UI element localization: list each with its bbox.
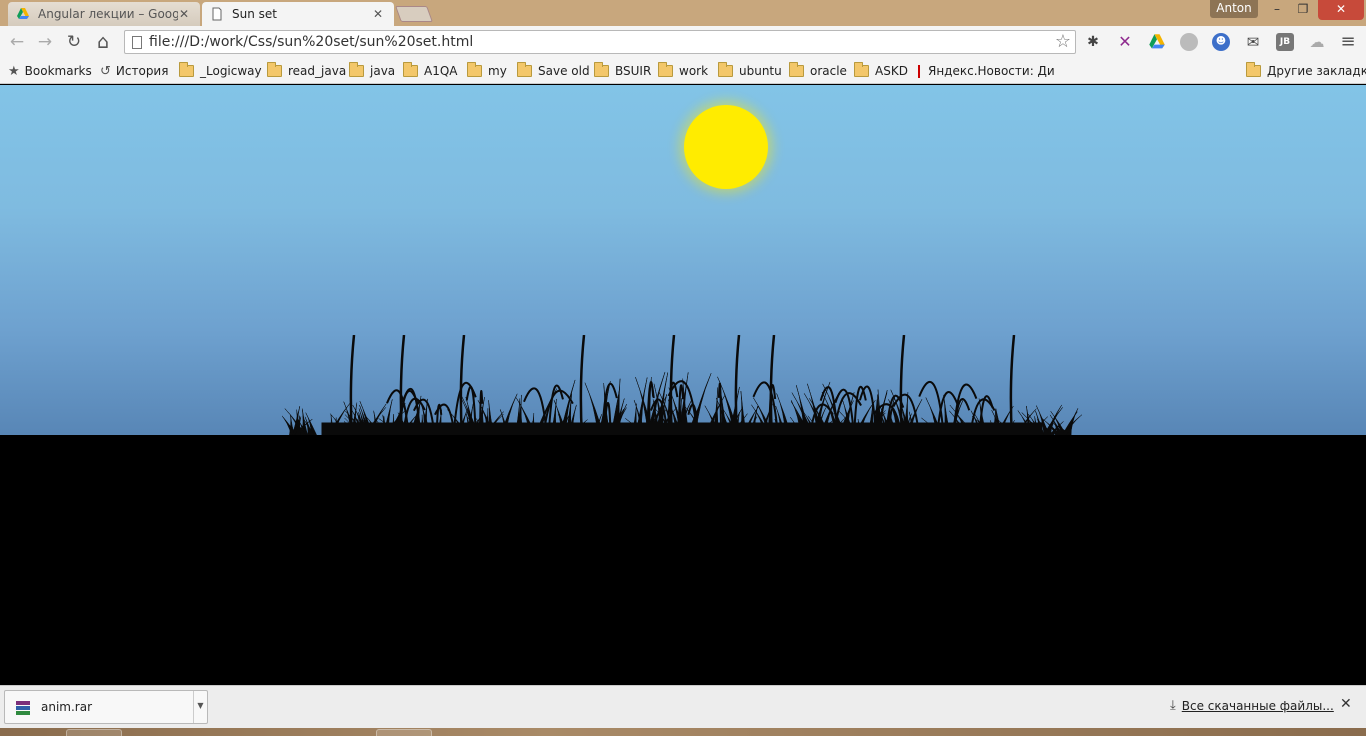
bug-icon[interactable]: ✱ — [1084, 33, 1102, 51]
reload-button[interactable]: ↻ — [64, 32, 84, 52]
tab-close-icon[interactable]: ✕ — [372, 7, 384, 21]
bookmark-folder[interactable]: work — [658, 62, 708, 80]
download-shelf: anim.rar ▼ ⤓ Все скачанные файлы... ✕ — [0, 685, 1366, 728]
bookmark-folder[interactable]: A1QA — [403, 62, 458, 80]
forward-button[interactable]: → — [35, 32, 55, 52]
bookmark-label: Save old — [538, 64, 590, 78]
bookmark-label: oracle — [810, 64, 847, 78]
taskbar-button[interactable] — [376, 729, 432, 736]
bookmark-folder[interactable]: java — [349, 62, 395, 80]
home-button[interactable]: ⌂ — [93, 32, 113, 52]
archive-icon — [16, 701, 30, 715]
browser-window: Angular лекции – Google ✕ Sun set ✕ Anto… — [0, 0, 1366, 736]
page-icon — [132, 36, 142, 49]
download-item[interactable]: anim.rar ▼ — [4, 690, 208, 724]
bookmark-history[interactable]: ↺ История — [100, 62, 168, 80]
bookmark-label: A1QA — [424, 64, 458, 78]
folder-icon — [403, 62, 418, 77]
bookmark-folder[interactable]: my — [467, 62, 507, 80]
folder-icon — [467, 62, 482, 77]
tab-close-icon[interactable]: ✕ — [178, 7, 190, 21]
bookmark-label: my — [488, 64, 507, 78]
bookmark-folder[interactable]: ubuntu — [718, 62, 782, 80]
user-profile-button[interactable]: Anton — [1210, 0, 1258, 18]
bookmark-star-icon[interactable]: ☆ — [1055, 31, 1071, 52]
bookmark-label: BSUIR — [615, 64, 652, 78]
grass-silhouette — [282, 335, 1082, 437]
star-icon: ★ — [8, 63, 20, 79]
download-icon: ⤓ — [1170, 698, 1176, 713]
close-icon[interactable]: ✕ — [1340, 696, 1352, 712]
x-icon[interactable]: ✕ — [1116, 33, 1134, 51]
bookmark-label: Яндекс.Новости: Дин — [928, 64, 1054, 78]
bookmark-folder[interactable]: BSUIR — [594, 62, 651, 80]
folder-icon — [179, 62, 194, 77]
history-icon: ↺ — [100, 63, 111, 79]
tab-angular[interactable]: Angular лекции – Google ✕ — [8, 2, 200, 26]
bookmark-folder[interactable]: oracle — [789, 62, 847, 80]
new-tab-button[interactable] — [395, 6, 433, 22]
back-button[interactable]: ← — [7, 32, 27, 52]
google-drive-icon — [17, 8, 29, 19]
taskbar-button[interactable] — [66, 729, 122, 736]
bookmark-folder[interactable]: ASKD — [854, 62, 908, 80]
bookmark-label: ASKD — [875, 64, 908, 78]
bookmark-other[interactable]: Другие закладки — [1246, 62, 1366, 80]
folder-icon — [789, 62, 804, 77]
folder-icon — [517, 62, 532, 77]
bookmark-yandex-news[interactable]: Яндекс.Новости: Дин — [918, 62, 1054, 80]
url-text[interactable]: file:///D:/work/Css/sun%20set/sun%20set.… — [149, 34, 473, 50]
page-icon — [212, 7, 222, 21]
all-downloads-link[interactable]: ⤓ Все скачанные файлы... — [1170, 698, 1334, 713]
menu-icon[interactable]: ≡ — [1338, 32, 1358, 52]
window-close-button[interactable]: ✕ — [1318, 0, 1364, 20]
folder-icon — [349, 62, 364, 77]
folder-icon — [658, 62, 673, 77]
bookmark-label: read_java — [288, 64, 347, 78]
bookmarks-bar: ★ Bookmarks ↺ История _Logicway read_jav… — [0, 58, 1366, 84]
page-viewport — [0, 85, 1366, 685]
tab-title: Angular лекции – Google — [38, 7, 178, 21]
bookmark-label: История — [115, 64, 169, 78]
bookmark-apps[interactable]: ★ Bookmarks — [8, 62, 92, 80]
bookmark-label: ubuntu — [739, 64, 782, 78]
bookmark-folder[interactable]: _Logicway — [179, 62, 262, 80]
folder-icon — [718, 62, 733, 77]
mail-icon[interactable]: ✉ — [1244, 33, 1262, 51]
download-file-name: anim.rar — [41, 700, 93, 714]
minimize-button[interactable]: – — [1264, 0, 1290, 20]
bookmark-folder[interactable]: Save old — [517, 62, 590, 80]
circle-icon[interactable] — [1180, 33, 1198, 51]
folder-icon — [594, 62, 609, 77]
ground — [0, 435, 1366, 685]
bookmark-label: java — [370, 64, 396, 78]
bookmark-label: Другие закладки — [1267, 64, 1366, 78]
all-downloads-label: Все скачанные файлы... — [1181, 698, 1334, 713]
jetbrains-icon[interactable]: JB — [1276, 33, 1294, 51]
bookmark-folder[interactable]: read_java — [267, 62, 346, 80]
taskbar — [0, 728, 1366, 736]
restore-button[interactable]: ❐ — [1290, 0, 1316, 20]
address-bar[interactable]: file:///D:/work/Css/sun%20set/sun%20set.… — [124, 30, 1076, 54]
tab-sun-set[interactable]: Sun set ✕ — [202, 2, 394, 26]
bookmark-label: work — [679, 64, 709, 78]
tab-title: Sun set — [232, 7, 277, 21]
toolbar: ← → ↻ ⌂ file:///D:/work/Css/sun%20set/su… — [0, 26, 1366, 58]
google-drive-icon[interactable] — [1148, 33, 1166, 51]
yandex-icon — [918, 64, 920, 78]
shield-icon[interactable]: ☻ — [1212, 33, 1230, 51]
folder-icon — [854, 62, 869, 77]
bookmark-label: Bookmarks — [24, 64, 92, 78]
folder-icon — [267, 62, 282, 77]
folder-icon — [1246, 62, 1261, 77]
sun — [684, 105, 768, 189]
chevron-down-icon[interactable]: ▼ — [193, 691, 207, 723]
bookmark-label: _Logicway — [200, 64, 262, 78]
tab-strip: Angular лекции – Google ✕ Sun set ✕ Anto… — [0, 0, 1366, 26]
cloud-icon[interactable]: ☁ — [1308, 33, 1326, 51]
